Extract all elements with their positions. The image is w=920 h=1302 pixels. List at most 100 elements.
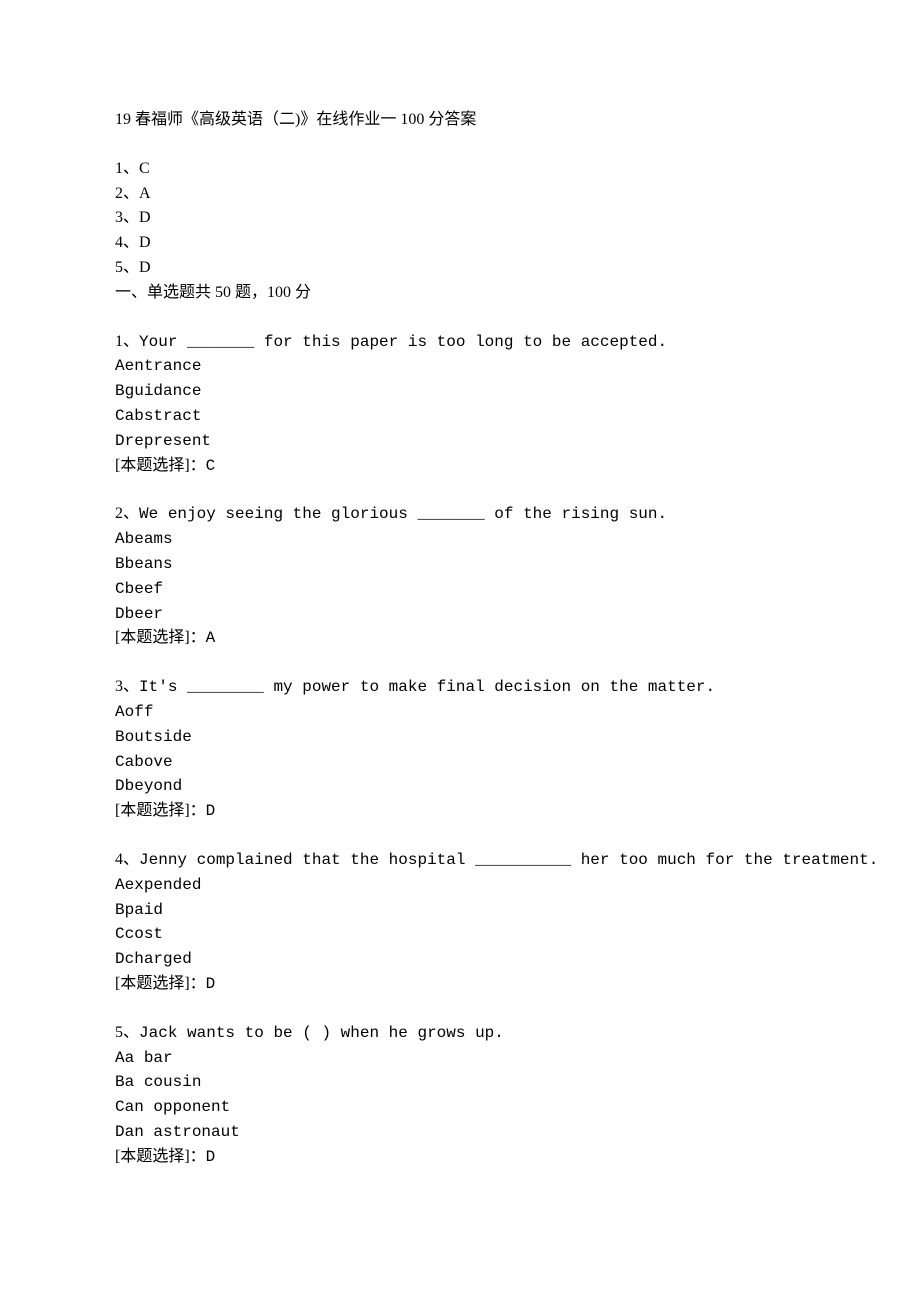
summary-line: 2、A <box>115 182 805 207</box>
question-number: 1 <box>115 333 123 350</box>
option-text: an opponent <box>125 1098 231 1116</box>
option-a: Aa bar <box>115 1046 805 1071</box>
summary-line: 5、D <box>115 256 805 281</box>
option-letter: A <box>115 357 125 375</box>
option-letter: C <box>115 753 125 771</box>
answer-label: [本题选择]： <box>115 1148 206 1165</box>
question-number: 4 <box>115 851 123 868</box>
option-text: abstract <box>125 407 202 425</box>
option-letter: D <box>115 1123 125 1141</box>
summary-line: 1、C <box>115 157 805 182</box>
option-text: a bar <box>125 1049 173 1067</box>
answer-value: D <box>206 975 216 993</box>
option-a: Aentrance <box>115 354 805 379</box>
answer-value: D <box>206 802 216 820</box>
option-text: guidance <box>125 382 202 400</box>
option-text: outside <box>125 728 192 746</box>
option-letter: D <box>115 777 125 795</box>
option-text: beer <box>125 605 163 623</box>
option-text: beef <box>125 580 163 598</box>
option-letter: B <box>115 728 125 746</box>
question-stem: It's ________ my power to make final dec… <box>139 678 715 696</box>
question-stem: Jenny complained that the hospital _____… <box>139 851 878 869</box>
question-text: 5、Jack wants to be ( ) when he grows up. <box>115 1021 805 1046</box>
answer-line: [本题选择]：A <box>115 626 805 651</box>
option-c: Can opponent <box>115 1095 805 1120</box>
option-letter: B <box>115 382 125 400</box>
option-letter: A <box>115 1049 125 1067</box>
option-letter: A <box>115 703 125 721</box>
question-text: 3、It's ________ my power to make final d… <box>115 675 805 700</box>
option-text: cost <box>125 925 163 943</box>
option-text: beyond <box>125 777 183 795</box>
summary-line: 4、D <box>115 231 805 256</box>
question-stem: Jack wants to be ( ) when he grows up. <box>139 1024 504 1042</box>
document-page: 19 春福师《高级英语（二)》在线作业一 100 分答案 1、C 2、A 3、D… <box>0 0 920 1302</box>
option-c: Cabove <box>115 750 805 775</box>
question-number: 3 <box>115 678 123 695</box>
option-letter: C <box>115 925 125 943</box>
option-text: charged <box>125 950 192 968</box>
option-d: Drepresent <box>115 429 805 454</box>
option-c: Cabstract <box>115 404 805 429</box>
option-text: an astronaut <box>125 1123 240 1141</box>
question-5: 5、Jack wants to be ( ) when he grows up.… <box>115 1021 805 1170</box>
question-text: 4、Jenny complained that the hospital ___… <box>115 848 805 873</box>
option-d: Dbeyond <box>115 774 805 799</box>
option-letter: B <box>115 555 125 573</box>
option-text: beans <box>125 555 173 573</box>
question-text: 1、Your _______ for this paper is too lon… <box>115 330 805 355</box>
option-letter: D <box>115 950 125 968</box>
question-2: 2、We enjoy seeing the glorious _______ o… <box>115 502 805 651</box>
summary-line: 3、D <box>115 206 805 231</box>
answer-label: [本题选择]： <box>115 975 206 992</box>
option-text: above <box>125 753 173 771</box>
option-letter: C <box>115 407 125 425</box>
option-a: Aoff <box>115 700 805 725</box>
option-text: expended <box>125 876 202 894</box>
answer-label: [本题选择]： <box>115 802 206 819</box>
question-number: 5 <box>115 1024 123 1041</box>
option-d: Dcharged <box>115 947 805 972</box>
question-4: 4、Jenny complained that the hospital ___… <box>115 848 805 997</box>
answer-label: [本题选择]： <box>115 457 206 474</box>
option-b: Bpaid <box>115 898 805 923</box>
answer-summary-block: 1、C 2、A 3、D 4、D 5、D 一、单选题共 50 题，100 分 <box>115 157 805 306</box>
option-letter: B <box>115 901 125 919</box>
option-text: paid <box>125 901 163 919</box>
answer-label: [本题选择]： <box>115 629 206 646</box>
option-letter: D <box>115 432 125 450</box>
answer-value: A <box>206 629 216 647</box>
option-letter: D <box>115 605 125 623</box>
option-letter: C <box>115 580 125 598</box>
answer-line: [本题选择]：D <box>115 799 805 824</box>
option-text: off <box>125 703 154 721</box>
option-b: Ba cousin <box>115 1070 805 1095</box>
question-3: 3、It's ________ my power to make final d… <box>115 675 805 824</box>
option-a: Abeams <box>115 527 805 552</box>
answer-value: D <box>206 1148 216 1166</box>
option-letter: C <box>115 1098 125 1116</box>
question-text: 2、We enjoy seeing the glorious _______ o… <box>115 502 805 527</box>
option-text: represent <box>125 432 211 450</box>
option-text: beams <box>125 530 173 548</box>
document-title: 19 春福师《高级英语（二)》在线作业一 100 分答案 <box>115 108 805 133</box>
option-text: a cousin <box>125 1073 202 1091</box>
option-c: Cbeef <box>115 577 805 602</box>
option-letter: B <box>115 1073 125 1091</box>
option-letter: A <box>115 530 125 548</box>
question-number: 2 <box>115 505 123 522</box>
option-b: Boutside <box>115 725 805 750</box>
question-stem: Your _______ for this paper is too long … <box>139 333 667 351</box>
option-text: entrance <box>125 357 202 375</box>
option-d: Dbeer <box>115 602 805 627</box>
option-letter: A <box>115 876 125 894</box>
option-d: Dan astronaut <box>115 1120 805 1145</box>
option-b: Bguidance <box>115 379 805 404</box>
answer-value: C <box>206 457 216 475</box>
option-c: Ccost <box>115 922 805 947</box>
answer-line: [本题选择]：D <box>115 1145 805 1170</box>
option-b: Bbeans <box>115 552 805 577</box>
section-header: 一、单选题共 50 题，100 分 <box>115 281 805 306</box>
answer-line: [本题选择]：D <box>115 972 805 997</box>
